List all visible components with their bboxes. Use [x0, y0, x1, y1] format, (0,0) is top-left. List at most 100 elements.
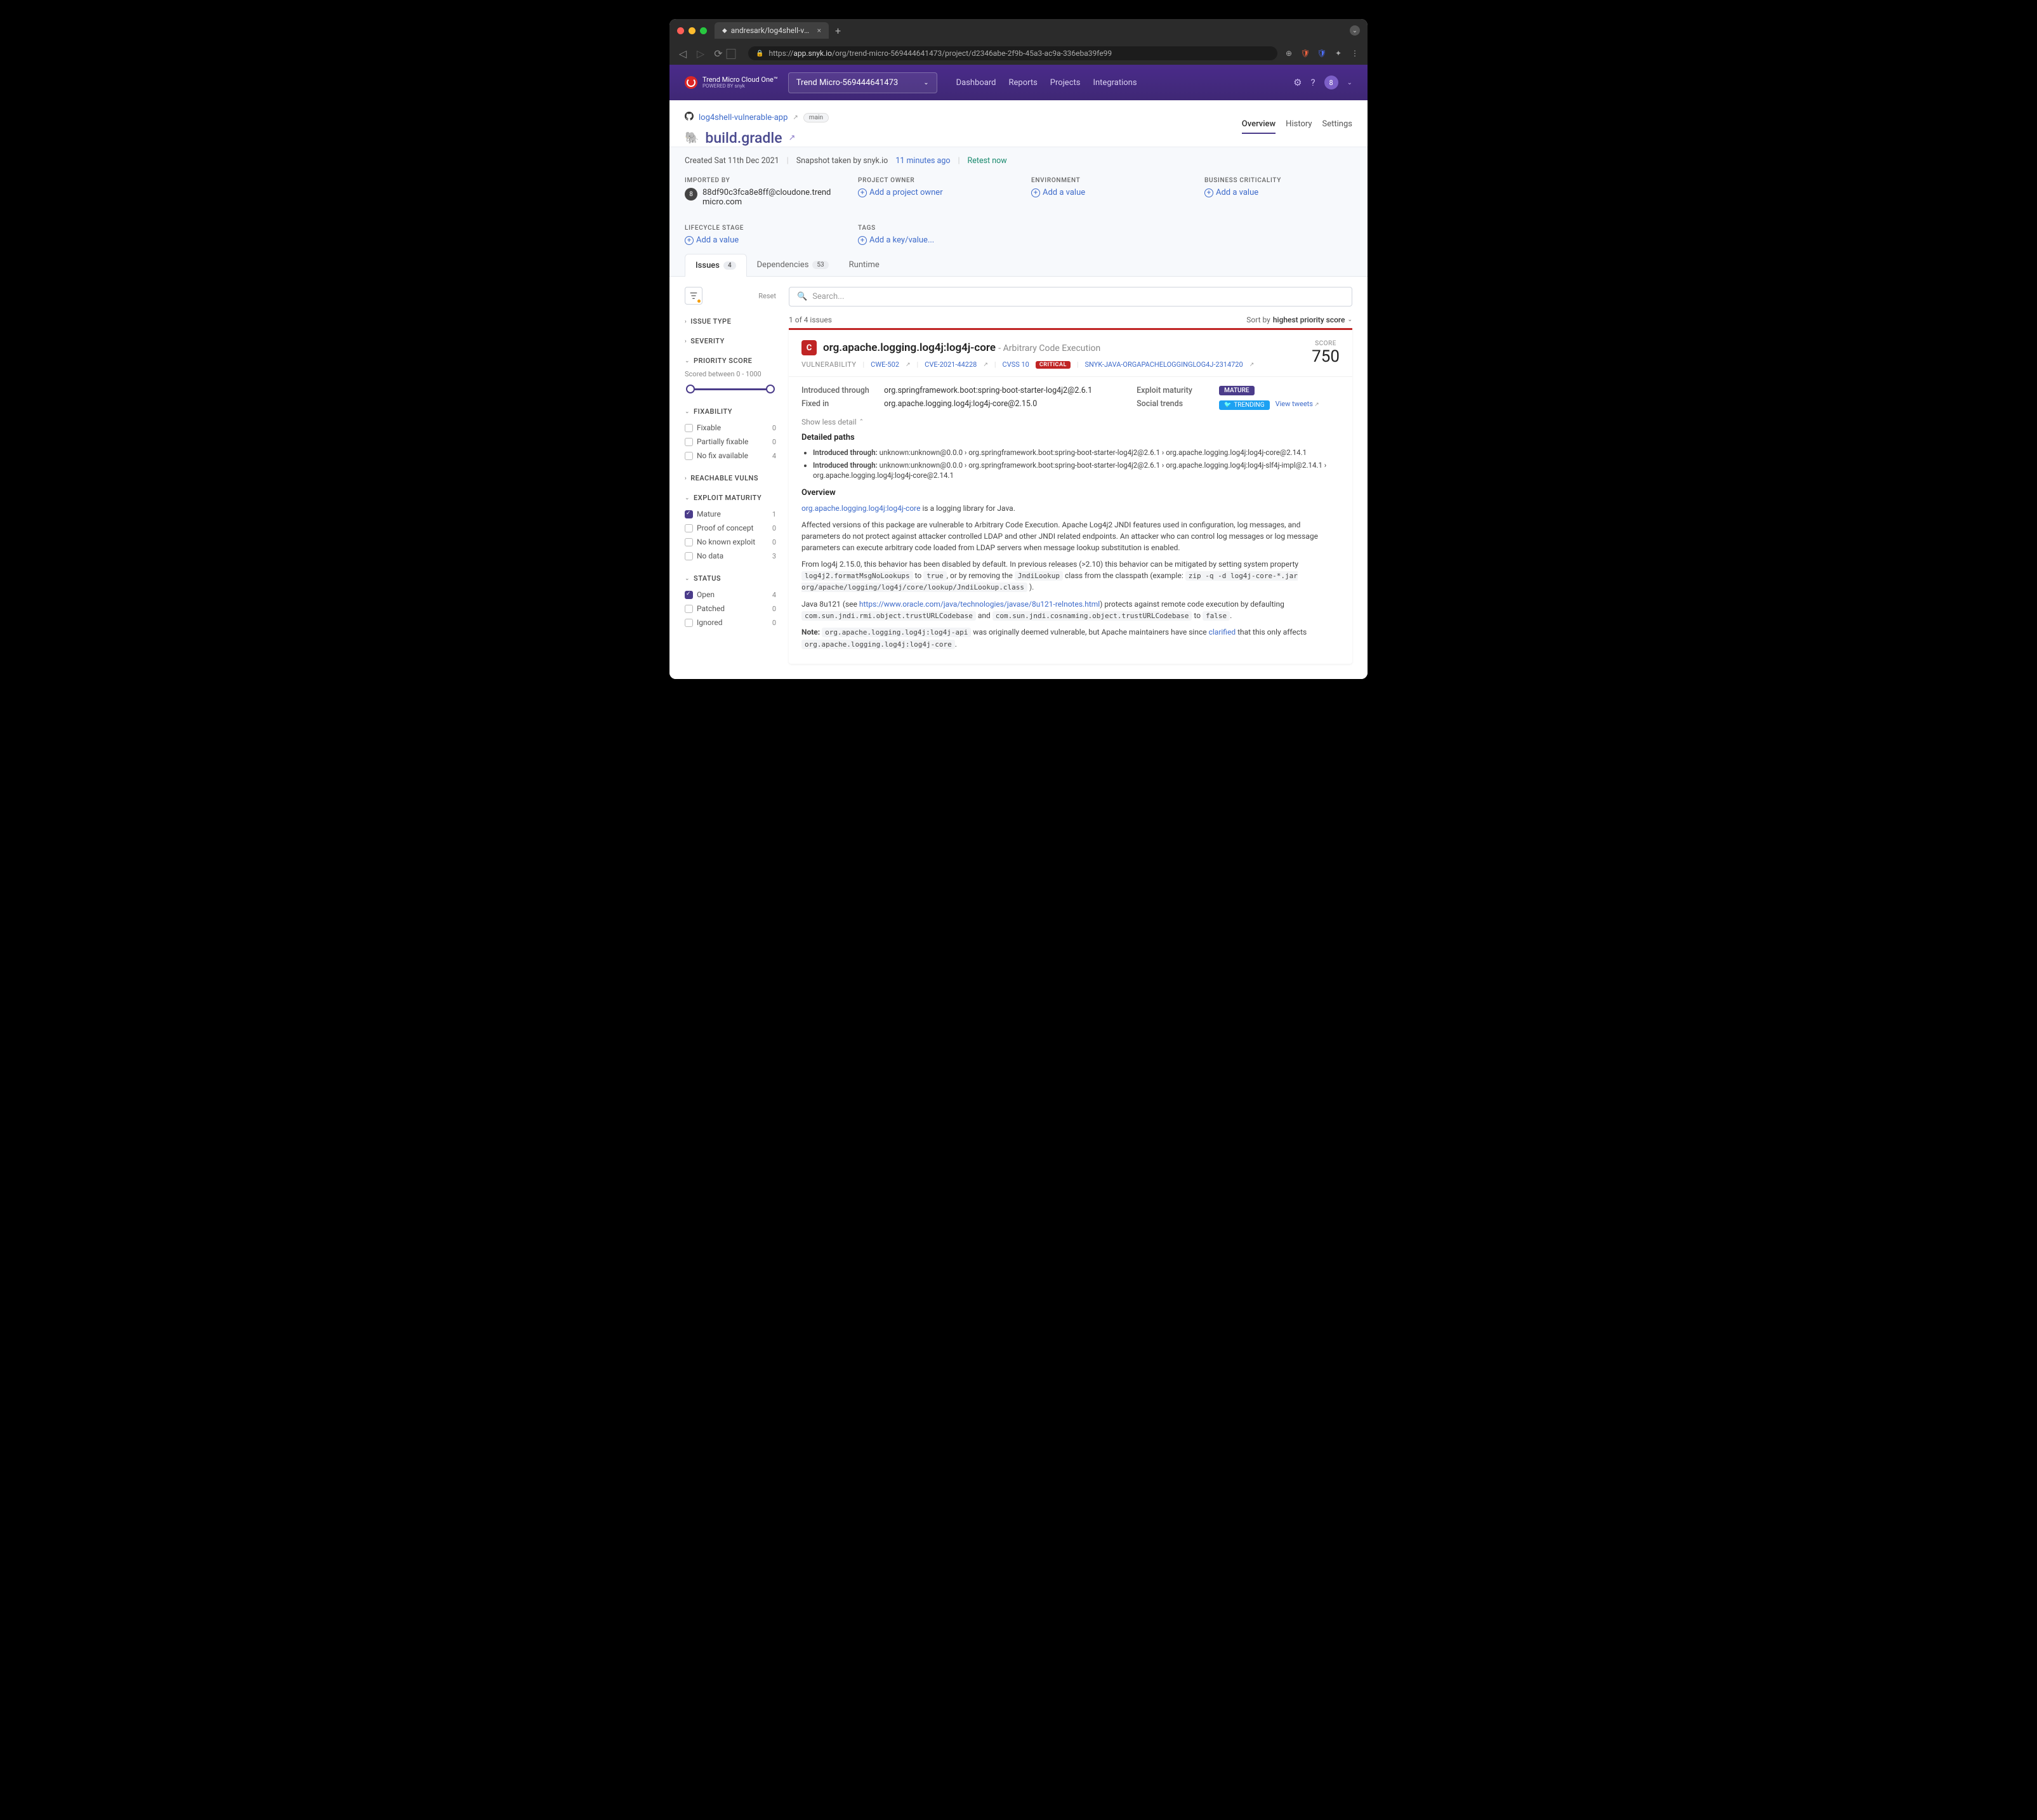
nav-links: Dashboard Reports Projects Integrations — [956, 78, 1137, 88]
tab-issues[interactable]: Issues 4 — [685, 254, 747, 277]
importer-email: 88df90c3fca8e8ff@cloudone.trendmicro.com — [702, 188, 833, 207]
filter-option[interactable]: Proof of concept0 — [685, 521, 776, 535]
retest-button[interactable]: Retest now — [968, 156, 1007, 166]
filter-option[interactable]: Mature1 — [685, 507, 776, 521]
tab-runtime[interactable]: Runtime — [839, 254, 890, 276]
reload-button[interactable]: ⟳ — [713, 48, 724, 60]
search-input[interactable]: 🔍 Search... — [789, 287, 1352, 307]
add-tags[interactable]: +Add a key/value... — [858, 235, 1006, 245]
bookmark-icon[interactable]: ⃞ — [730, 46, 742, 61]
tab-dependencies[interactable]: Dependencies 53 — [747, 254, 839, 276]
menu-icon[interactable]: ⋮ — [1350, 48, 1360, 58]
maximize-window[interactable] — [700, 27, 707, 34]
url-field[interactable]: 🔒 https://app.snyk.io/org/trend-micro-56… — [748, 46, 1277, 60]
checkbox[interactable] — [685, 438, 693, 446]
reset-filters[interactable]: Reset — [758, 292, 776, 300]
filter-option[interactable]: Fixable0 — [685, 421, 776, 435]
snapshot-time-link[interactable]: 11 minutes ago — [895, 156, 950, 166]
overview-heading: Overview — [801, 488, 1340, 498]
checkbox[interactable] — [685, 552, 693, 560]
view-tweets-link[interactable]: View tweets — [1276, 400, 1313, 408]
nav-integrations[interactable]: Integrations — [1093, 78, 1137, 88]
filter-option[interactable]: Ignored0 — [685, 616, 776, 630]
tab-overview[interactable]: Overview — [1242, 115, 1276, 134]
tab-overflow[interactable]: ⌄ — [1350, 25, 1360, 36]
back-button[interactable]: ◁ — [677, 48, 689, 60]
brand-title: Trend Micro Cloud One™ — [702, 76, 778, 84]
external-link-icon[interactable]: ↗ — [789, 133, 796, 143]
clarified-link[interactable]: clarified — [1209, 628, 1236, 636]
slider-max-thumb[interactable] — [766, 385, 775, 393]
snyk-id-link[interactable]: SNYK-JAVA-ORGAPACHELOGGINGLOG4J-2314720 — [1085, 360, 1243, 369]
filter-reachable[interactable]: ›REACHABLE VULNS — [685, 474, 776, 482]
lifecycle-label: LIFECYCLE STAGE — [685, 225, 833, 232]
filter-severity[interactable]: ›SEVERITY — [685, 337, 776, 345]
filter-option[interactable]: Open4 — [685, 588, 776, 602]
checkbox[interactable] — [685, 538, 693, 546]
filter-exploit-maturity[interactable]: ⌄EXPLOIT MATURITY — [685, 494, 776, 502]
settings-icon[interactable]: ⚙ — [1293, 77, 1302, 88]
zoom-icon[interactable]: ⊕ — [1284, 48, 1294, 58]
nav-reports[interactable]: Reports — [1008, 78, 1037, 88]
cve-link[interactable]: CVE-2021-44228 — [925, 360, 977, 369]
filter-status[interactable]: ⌄STATUS — [685, 574, 776, 583]
priority-slider[interactable] — [689, 383, 772, 396]
cwe-link[interactable]: CWE-502 — [871, 360, 899, 369]
tab-settings[interactable]: Settings — [1322, 115, 1352, 134]
severity-badge: C — [801, 340, 817, 355]
extensions-icon[interactable]: ✦ — [1333, 48, 1343, 58]
nav-dashboard[interactable]: Dashboard — [956, 78, 996, 88]
tab-title: andresark/log4shell-vulnerable — [731, 26, 814, 35]
checkbox[interactable] — [685, 619, 693, 627]
checkbox[interactable] — [685, 510, 693, 518]
slider-min-thumb[interactable] — [686, 385, 695, 393]
checkbox[interactable] — [685, 452, 693, 460]
org-selector[interactable]: Trend Micro-569444641473 ⌄ — [788, 72, 937, 93]
introduced-label: Introduced through — [801, 386, 871, 395]
user-avatar[interactable]: 8 — [1324, 76, 1338, 89]
exploit-label: Exploit maturity — [1137, 386, 1206, 395]
nav-projects[interactable]: Projects — [1050, 78, 1081, 88]
checkbox[interactable] — [685, 605, 693, 613]
add-environment[interactable]: +Add a value — [1031, 188, 1179, 197]
cvss-link[interactable]: CVSS 10 — [1003, 360, 1029, 369]
browser-tabbar: ◆ andresark/log4shell-vulnerable × + ⌄ — [669, 19, 1368, 42]
show-less-toggle[interactable]: Show less detail ⌃ — [801, 418, 1340, 426]
repo-link[interactable]: log4shell-vulnerable-app — [699, 113, 788, 122]
add-lifecycle[interactable]: +Add a value — [685, 235, 833, 245]
close-tab-icon[interactable]: × — [817, 26, 821, 35]
snapshot-info: Created Sat 11th Dec 2021 | Snapshot tak… — [685, 156, 1352, 166]
browser-tab[interactable]: ◆ andresark/log4shell-vulnerable × — [715, 22, 829, 39]
user-menu-chevron[interactable]: ⌄ — [1347, 79, 1352, 86]
extension-ublock-icon[interactable]: 🛡 — [1300, 48, 1310, 58]
close-window[interactable] — [677, 27, 684, 34]
filter-option[interactable]: Patched0 — [685, 602, 776, 616]
filter-icon[interactable] — [685, 287, 702, 305]
extension-bitwarden-icon[interactable]: 🛡 — [1317, 48, 1327, 58]
minimize-window[interactable] — [689, 27, 695, 34]
new-tab-button[interactable]: + — [835, 25, 841, 37]
checkbox[interactable] — [685, 424, 693, 432]
tab-history[interactable]: History — [1286, 115, 1312, 134]
checkbox[interactable] — [685, 524, 693, 532]
filter-option[interactable]: No known exploit0 — [685, 535, 776, 549]
filter-option[interactable]: No data3 — [685, 549, 776, 563]
filter-option[interactable]: Partially fixable0 — [685, 435, 776, 449]
priority-range-label: Scored between 0 - 1000 — [685, 370, 776, 378]
gradle-icon: 🐘 — [685, 131, 699, 145]
filter-issue-type[interactable]: ›ISSUE TYPE — [685, 317, 776, 326]
filter-fixability[interactable]: ⌄FIXABILITY — [685, 407, 776, 416]
checkbox[interactable] — [685, 591, 693, 599]
add-project-owner[interactable]: +Add a project owner — [858, 188, 1006, 197]
add-business-criticality[interactable]: +Add a value — [1204, 188, 1352, 197]
oracle-link[interactable]: https://www.oracle.com/java/technologies… — [859, 600, 1100, 609]
package-link[interactable]: org.apache.logging.log4j:log4j-core — [801, 504, 921, 513]
sort-dropdown[interactable]: Sort by highest priority score ⌄ — [1246, 315, 1352, 324]
plus-icon: + — [858, 188, 867, 197]
critical-badge: CRITICAL — [1036, 361, 1071, 369]
help-icon[interactable]: ? — [1311, 77, 1315, 88]
brand-logo[interactable]: Trend Micro Cloud One™ POWERED BY snyk — [685, 76, 778, 89]
filter-priority[interactable]: ⌄PRIORITY SCORE — [685, 357, 776, 365]
filter-option[interactable]: No fix available4 — [685, 449, 776, 463]
plus-icon: + — [858, 236, 867, 245]
